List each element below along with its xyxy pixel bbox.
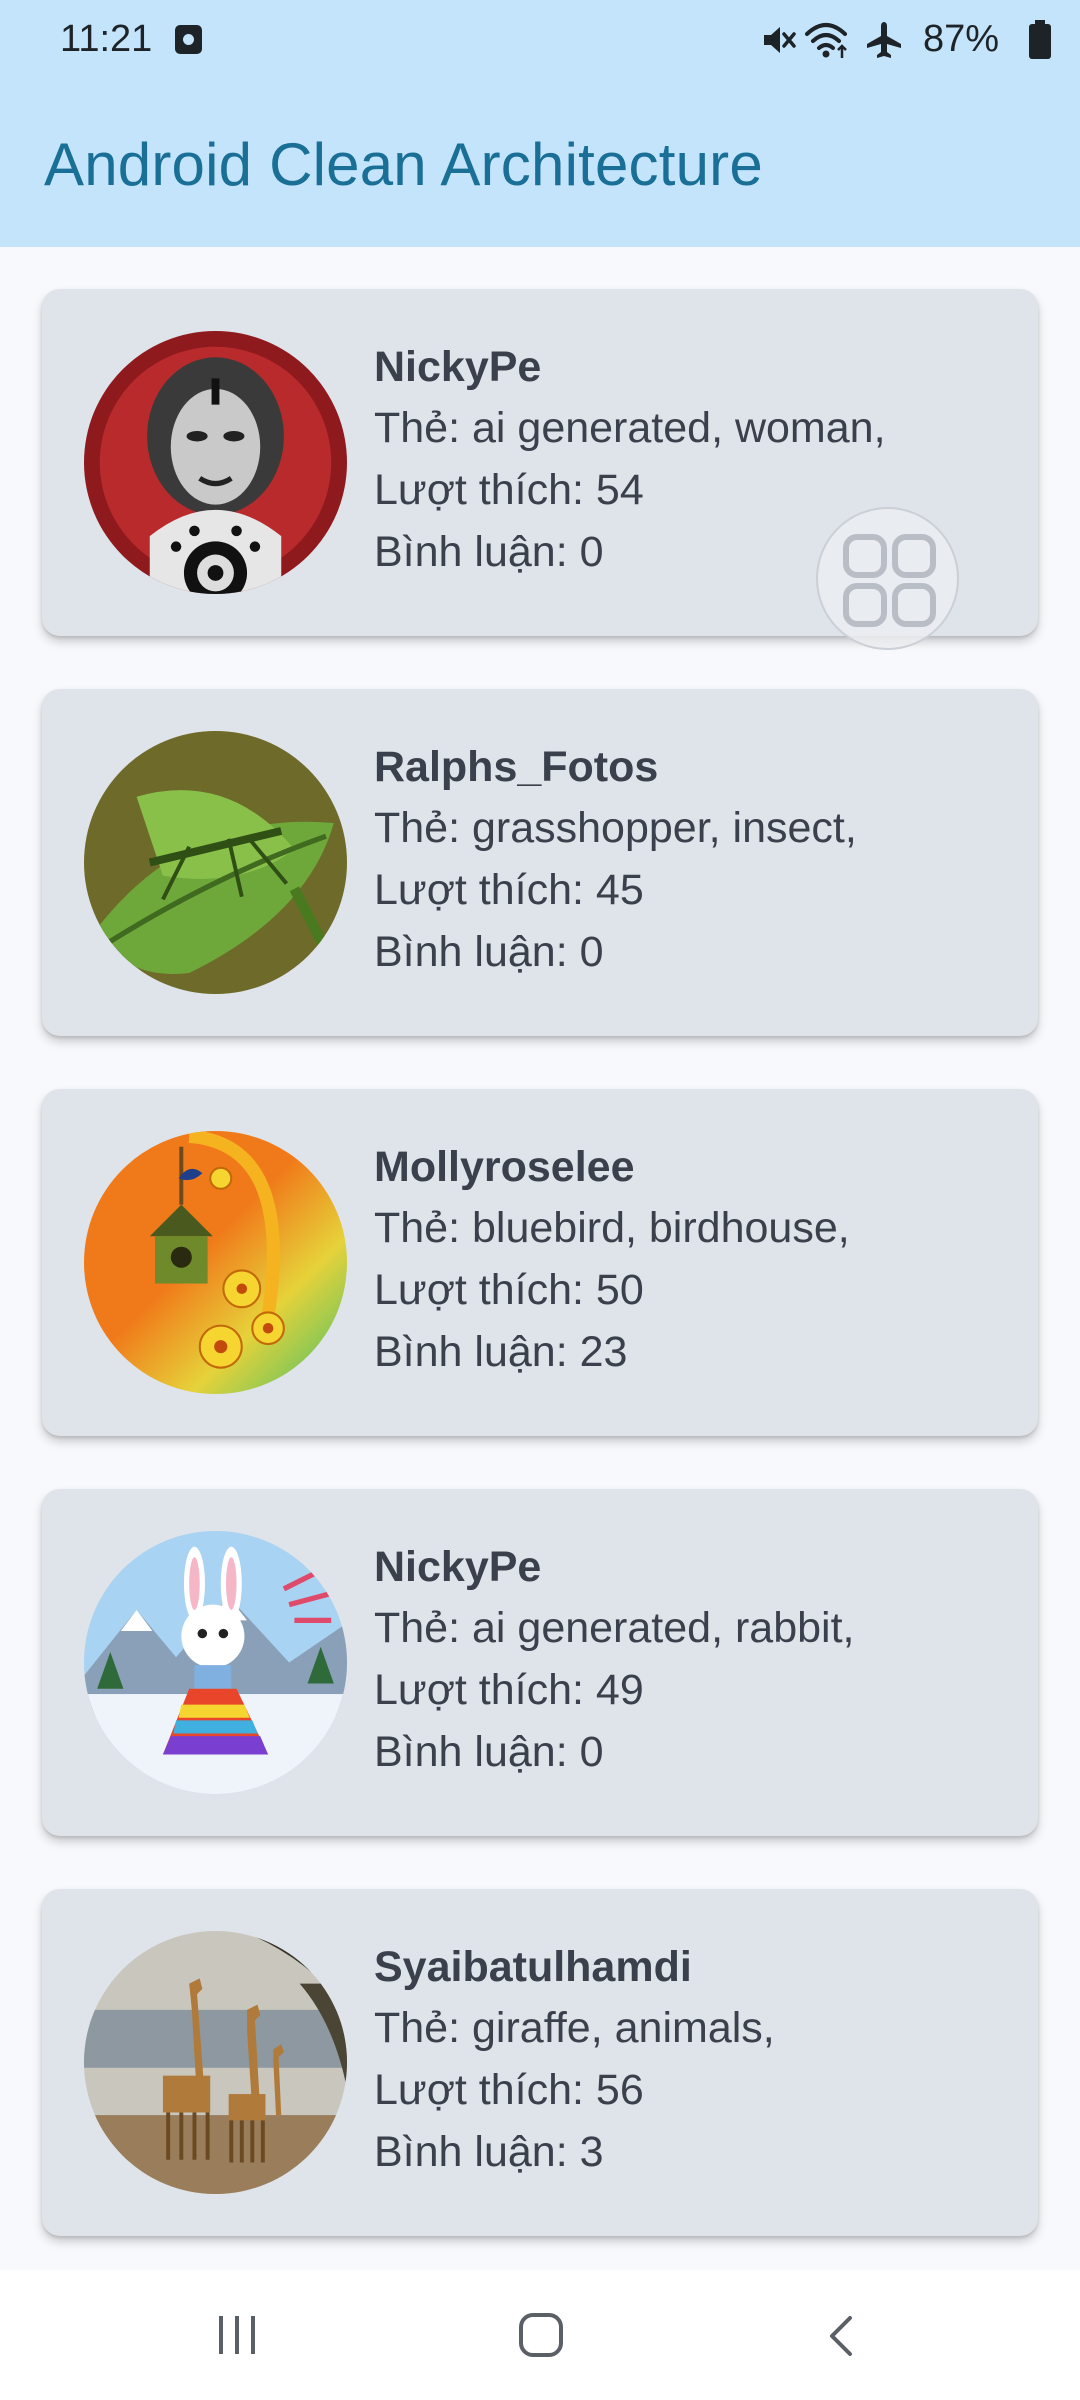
post-card[interactable]: Syaibatulhamdi Thẻ: giraffe, animals, Lư… xyxy=(42,1889,1038,2236)
post-card[interactable]: NickyPe Thẻ: ai generated, rabbit, Lượt … xyxy=(42,1489,1038,1836)
battery-icon xyxy=(1029,20,1051,59)
status-icons: 87% xyxy=(760,18,1080,62)
post-image xyxy=(84,1131,347,1394)
post-likes: Lượt thích: 50 xyxy=(374,1266,644,1314)
home-button[interactable] xyxy=(440,2270,640,2400)
post-username: Syaibatulhamdi xyxy=(374,1943,692,1991)
post-tags: Thẻ: ai generated, woman, xyxy=(374,404,886,452)
post-tags: Thẻ: grasshopper, insect, xyxy=(374,804,857,852)
screen-record-icon xyxy=(175,25,202,54)
floating-apps-button[interactable] xyxy=(816,507,959,650)
post-username: Mollyroselee xyxy=(374,1143,635,1191)
post-likes: Lượt thích: 45 xyxy=(374,866,644,914)
post-image xyxy=(84,731,347,994)
post-tags: Thẻ: bluebird, birdhouse, xyxy=(374,1204,850,1252)
back-icon xyxy=(830,2316,852,2356)
post-username: NickyPe xyxy=(374,1543,542,1591)
mute-icon xyxy=(764,27,796,53)
post-comments: Bình luận: 23 xyxy=(374,1328,628,1376)
post-comments: Bình luận: 0 xyxy=(374,1728,604,1776)
status-bar: 11:21 87% xyxy=(0,0,1080,78)
post-username: NickyPe xyxy=(374,343,542,391)
wifi-icon xyxy=(805,23,847,58)
grid-apps-icon xyxy=(843,534,936,627)
post-image xyxy=(84,1931,347,2194)
post-likes: Lượt thích: 54 xyxy=(374,466,644,514)
app-title: Android Clean Architecture xyxy=(44,131,763,198)
status-time: 11:21 xyxy=(60,18,153,60)
system-nav-bar xyxy=(0,2270,1080,2400)
recent-apps-button[interactable] xyxy=(135,2270,335,2400)
post-comments: Bình luận: 0 xyxy=(374,928,604,976)
post-card[interactable]: Mollyroselee Thẻ: bluebird, birdhouse, L… xyxy=(42,1089,1038,1436)
post-comments: Bình luận: 3 xyxy=(374,2128,604,2176)
post-likes: Lượt thích: 49 xyxy=(374,1666,644,1714)
post-tags: Thẻ: giraffe, animals, xyxy=(374,2004,775,2052)
recent-apps-icon xyxy=(219,2316,255,2354)
post-image xyxy=(84,1531,347,1794)
home-icon xyxy=(519,2313,563,2357)
battery-percent: 87% xyxy=(923,18,1000,60)
app-bar: 11:21 87% Android Clean Architecture xyxy=(0,0,1080,247)
post-image xyxy=(84,331,347,594)
airplane-mode-icon xyxy=(867,22,901,58)
back-button[interactable] xyxy=(740,2270,940,2400)
post-tags: Thẻ: ai generated, rabbit, xyxy=(374,1604,855,1652)
post-card[interactable]: Ralphs_Fotos Thẻ: grasshopper, insect, L… xyxy=(42,689,1038,1036)
post-likes: Lượt thích: 56 xyxy=(374,2066,644,2114)
post-username: Ralphs_Fotos xyxy=(374,743,659,791)
